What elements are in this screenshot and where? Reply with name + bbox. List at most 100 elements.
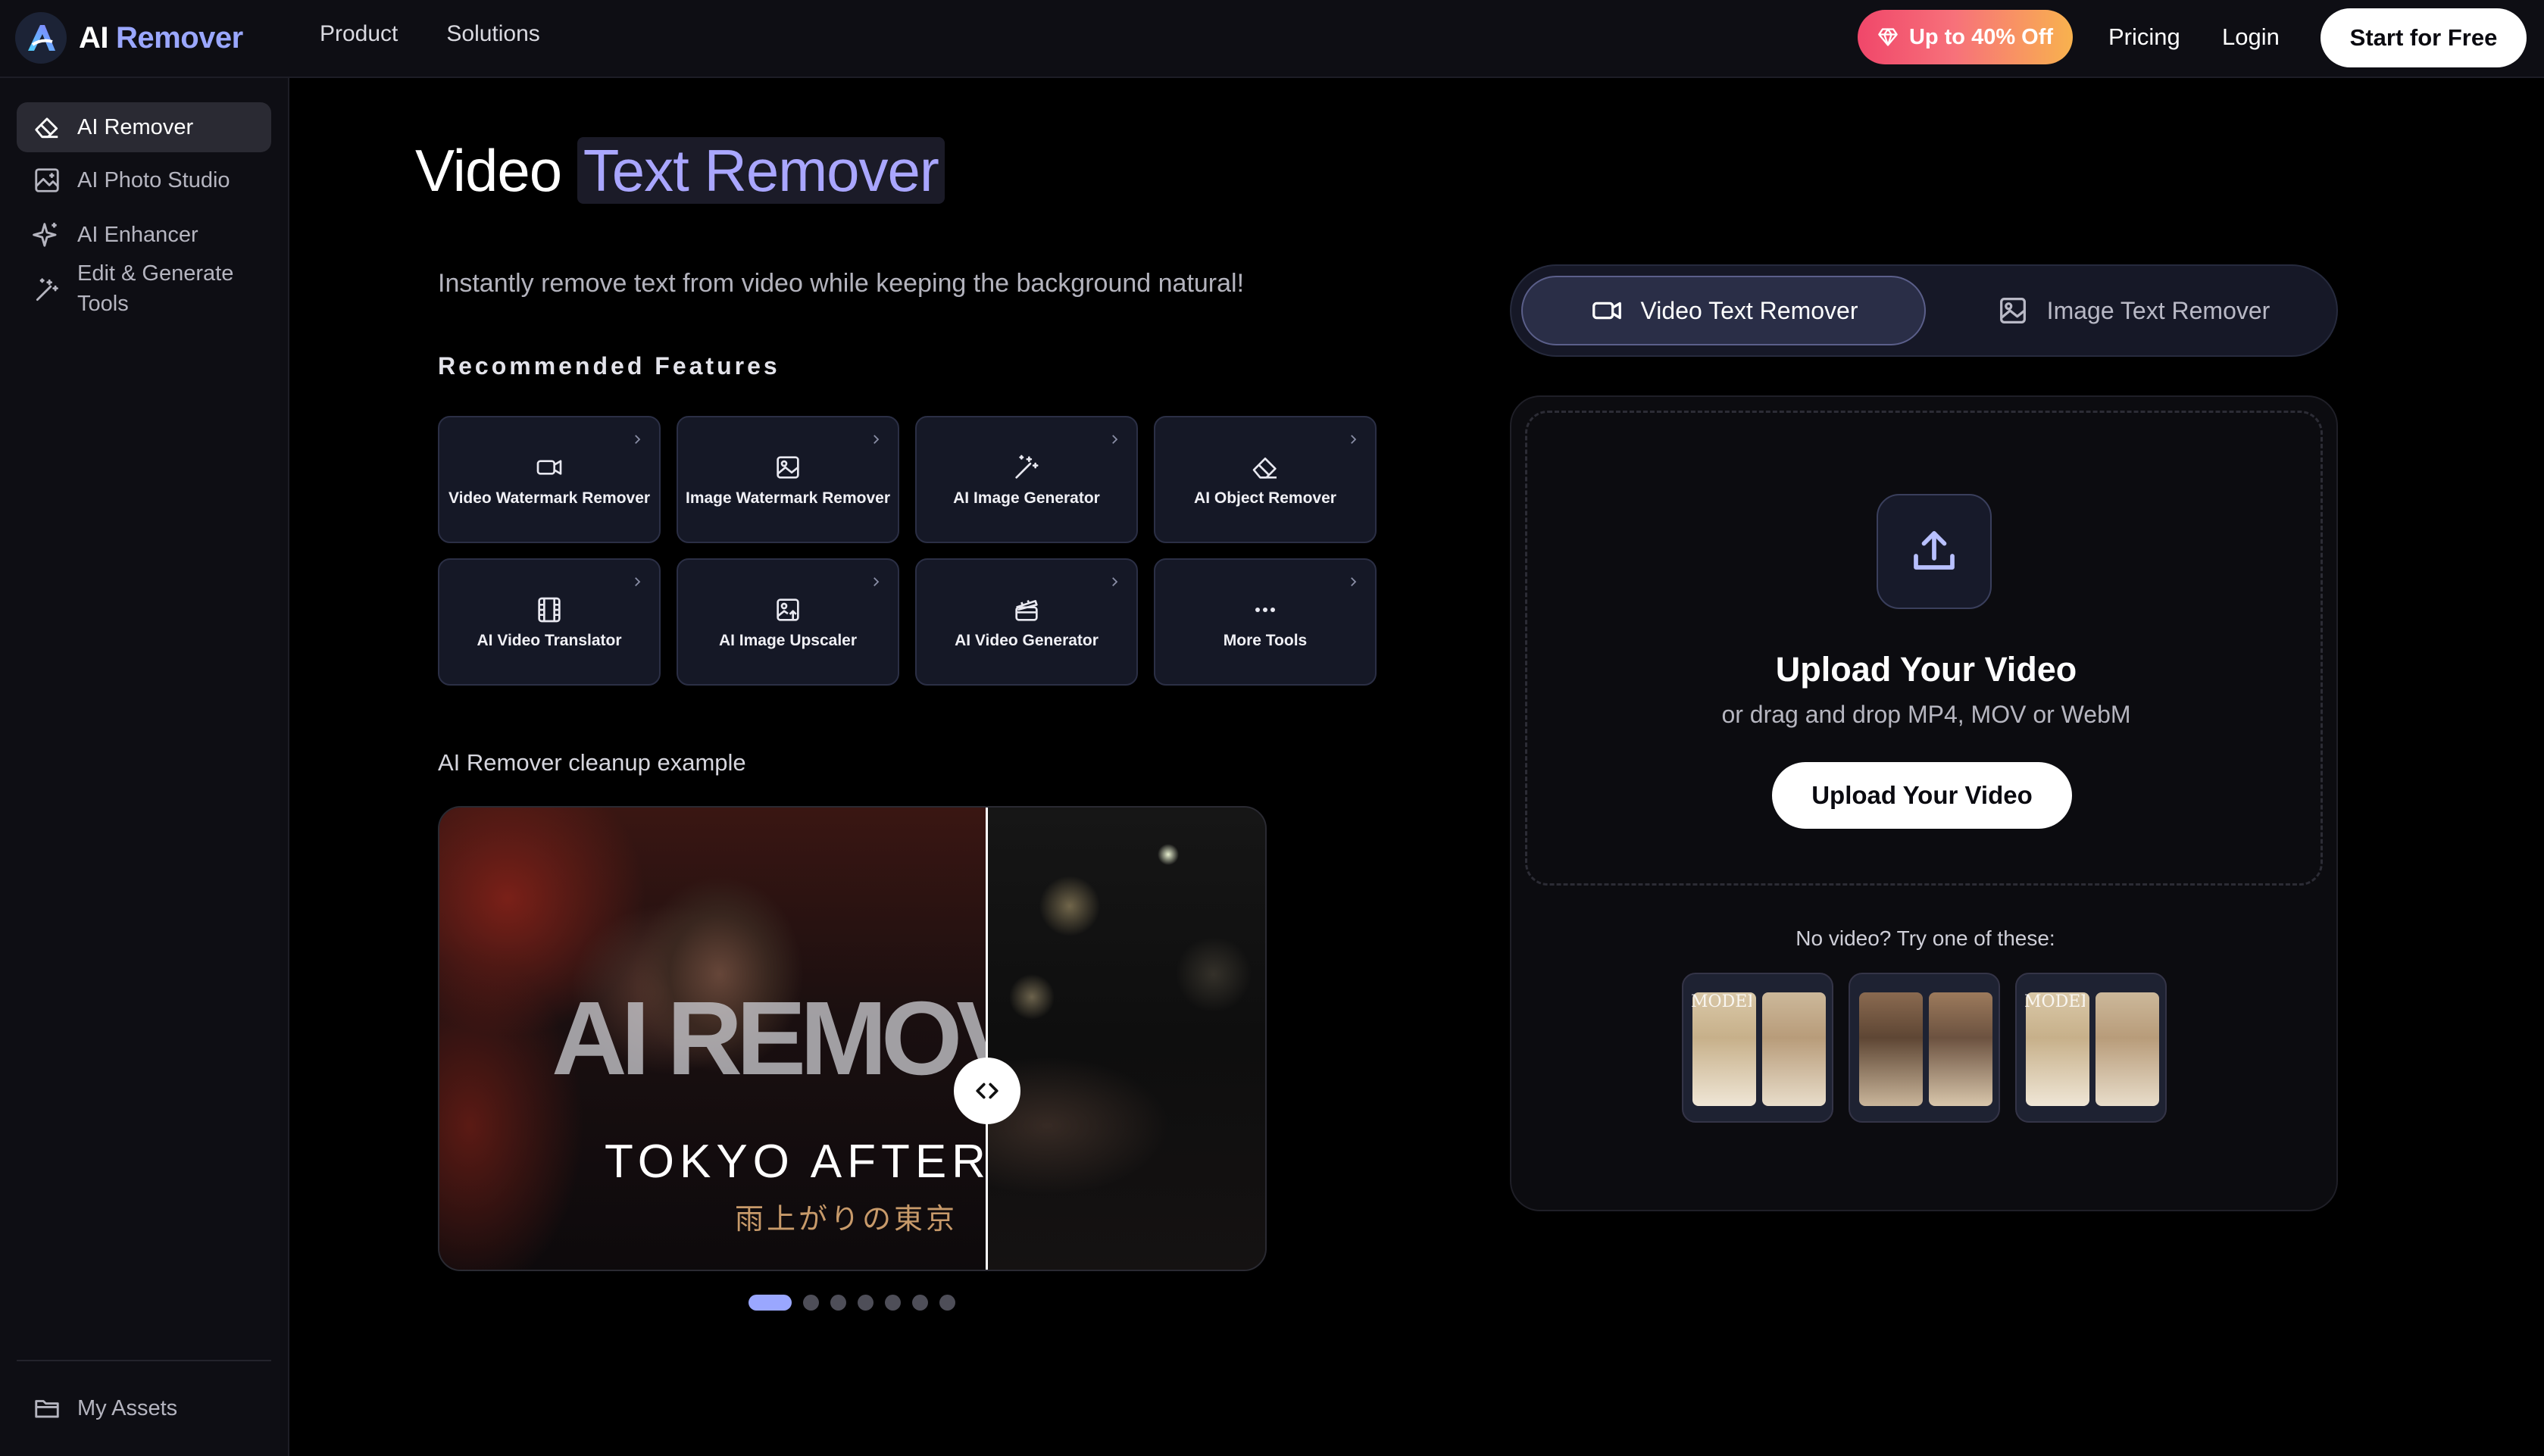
video-camera-icon (1592, 302, 1621, 320)
carousel-dot[interactable] (749, 1295, 792, 1311)
example-overlay-big-text: AI REMOVER (552, 980, 986, 1097)
feature-label: AI Object Remover (1194, 489, 1336, 507)
chevron-right-icon (1351, 577, 1357, 586)
video-camera-icon (534, 451, 564, 484)
feature-card-ai-video-translator[interactable]: AI Video Translator (438, 558, 661, 686)
sample-photo (1859, 992, 1923, 1106)
eraser-icon (1250, 451, 1280, 484)
upload-title: Upload Your Video (1775, 650, 2077, 689)
carousel-dot[interactable] (885, 1295, 901, 1311)
chevron-right-icon (635, 435, 641, 444)
sparkle-icon (30, 218, 64, 252)
start-for-free-button[interactable]: Start for Free (2321, 8, 2527, 67)
tab-label: Image Text Remover (2046, 296, 2271, 324)
sidebar-item-label: AI Photo Studio (77, 168, 230, 192)
recommended-features-grid: Video Watermark Remover Image Watermark … (438, 416, 1377, 686)
feature-card-more-tools[interactable]: More Tools (1154, 558, 1377, 686)
chevron-right-icon (1351, 435, 1357, 444)
logo-text-ai: AI (79, 20, 109, 55)
feature-card-ai-object-remover[interactable]: AI Object Remover (1154, 416, 1377, 543)
feature-card-ai-video-generator[interactable]: AI Video Generator (915, 558, 1138, 686)
feature-card-video-watermark-remover[interactable]: Video Watermark Remover (438, 416, 661, 543)
magic-wand-icon (1011, 451, 1042, 484)
logo[interactable]: AI Remover (15, 12, 243, 64)
tab-video-text-remover[interactable]: Video Text Remover (1521, 276, 1926, 345)
nav-solutions[interactable]: Solutions (446, 21, 539, 47)
sidebar-item-ai-remover[interactable]: AI Remover (17, 102, 271, 152)
film-icon (534, 593, 564, 626)
sample-photo (2096, 992, 2159, 1106)
sidebar-item-label: AI Remover (77, 115, 194, 139)
sample-thumbnail[interactable] (1849, 973, 2000, 1123)
sidebar-item-edit-generate-tools[interactable]: Edit & Generate Tools (17, 258, 271, 327)
promo-label: Up to 40% Off (1908, 24, 2054, 49)
chevron-right-icon (1112, 435, 1118, 444)
comparison-divider[interactable] (986, 808, 988, 1270)
promo-badge[interactable]: Up to 40% Off (1858, 10, 2073, 64)
code-arrows-icon (976, 1083, 999, 1099)
page-title-highlight: Text Remover (577, 137, 945, 204)
example-after-image (986, 808, 1265, 1270)
diamond-icon (1878, 28, 1898, 46)
sample-thumbnail[interactable]: MODERN VISION (2015, 973, 2167, 1123)
example-title: AI Remover cleanup example (438, 749, 746, 776)
sample-photo (1929, 992, 1992, 1106)
before-after-example[interactable]: AI REMOVER TOKYO AFTER RAIN 雨上がりの東京 (438, 806, 1267, 1271)
tab-image-text-remover[interactable]: Image Text Remover (1936, 276, 2330, 345)
carousel-dots (749, 1295, 955, 1311)
mode-tabs: Video Text Remover Image Text Remover (1510, 264, 2338, 357)
sidebar-item-label: My Assets (77, 1396, 178, 1420)
tab-label: Video Text Remover (1640, 296, 1858, 324)
carousel-dot[interactable] (939, 1295, 955, 1311)
feature-card-ai-image-generator[interactable]: AI Image Generator (915, 416, 1138, 543)
clapperboard-icon (1011, 593, 1042, 626)
feature-card-image-watermark-remover[interactable]: Image Watermark Remover (677, 416, 899, 543)
sidebar-item-label: Edit & Generate Tools (77, 261, 234, 316)
feature-card-ai-image-upscaler[interactable]: AI Image Upscaler (677, 558, 899, 686)
sidebar-item-my-assets[interactable]: My Assets (17, 1387, 271, 1429)
example-before-image: AI REMOVER TOKYO AFTER RAIN 雨上がりの東京 (439, 808, 986, 1270)
main-nav: Product Solutions (320, 21, 540, 47)
pricing-link[interactable]: Pricing (2108, 23, 2180, 51)
magic-wand-icon (30, 273, 64, 307)
sample-photo (1762, 992, 1826, 1106)
more-dots-icon (1250, 593, 1280, 626)
carousel-dot[interactable] (803, 1295, 819, 1311)
example-overlay-jp-text: 雨上がりの東京 (735, 1202, 958, 1236)
nav-product[interactable]: Product (320, 21, 398, 47)
comparison-handle[interactable] (954, 1058, 1020, 1124)
feature-label: More Tools (1223, 632, 1308, 649)
sample-thumbnail[interactable]: MODERN VISION (1682, 973, 1833, 1123)
sidebar-item-ai-enhancer[interactable]: AI Enhancer (17, 216, 271, 254)
carousel-dot[interactable] (858, 1295, 874, 1311)
chevron-right-icon (635, 577, 641, 586)
drop-zone[interactable]: Upload Your Video or drag and drop MP4, … (1525, 411, 2323, 886)
image-icon (1999, 298, 2026, 323)
example-overlay-sub-text: TOKYO AFTER RAIN (605, 1136, 986, 1188)
image-upscale-icon (773, 593, 803, 626)
upload-video-button[interactable]: Upload Your Video (1772, 762, 2072, 829)
image-icon (773, 451, 803, 484)
sidebar-item-ai-photo-studio[interactable]: AI Photo Studio (17, 161, 271, 199)
sample-thumbnails: MODERN VISION MODERN VISION (1682, 973, 2167, 1123)
upload-icon[interactable] (1877, 494, 1992, 609)
upload-card: Upload Your Video or drag and drop MP4, … (1510, 395, 2338, 1211)
page-subtitle: Instantly remove text from video while k… (438, 269, 1245, 298)
sample-prompt-label: No video? Try one of these: (1795, 926, 2055, 950)
carousel-dot[interactable] (830, 1295, 846, 1311)
feature-label: Image Watermark Remover (686, 489, 891, 507)
page-title: Video Text Remover (415, 136, 945, 205)
recommended-features-title: Recommended Features (438, 352, 780, 380)
chevron-right-icon (1112, 577, 1118, 586)
page-title-prefix: Video (415, 137, 562, 204)
feature-label: AI Video Translator (477, 632, 622, 649)
sidebar-item-label: AI Enhancer (77, 223, 198, 247)
sample-caption: MODERN VISION (2024, 994, 2085, 1011)
login-link[interactable]: Login (2222, 23, 2280, 51)
top-bar: AI Remover Product Solutions Up to 40% Of… (0, 0, 2544, 78)
sidebar: AI Remover AI Photo Studio AI Enhancer E… (0, 78, 289, 1456)
folder-icon (30, 1392, 64, 1425)
logo-text-remover: Remover (116, 20, 243, 55)
chevron-right-icon (874, 435, 880, 444)
carousel-dot[interactable] (912, 1295, 928, 1311)
